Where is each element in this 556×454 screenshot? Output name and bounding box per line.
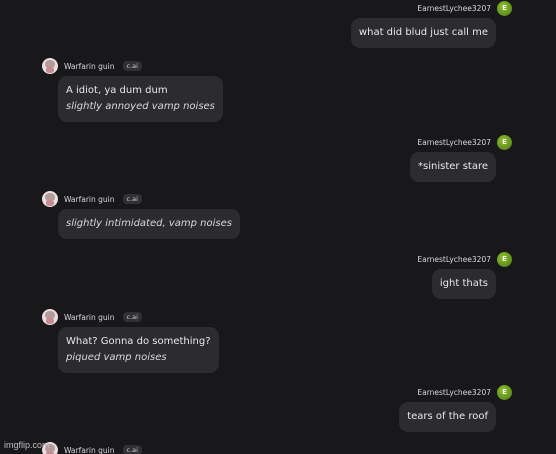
bot-message: Warfarin guin c.ai slightly intimidated,…	[42, 191, 262, 243]
message-text: What? Gonna do something?	[66, 336, 211, 347]
bot-message-header: Warfarin guin c.ai	[42, 191, 142, 207]
bot-message-header: Warfarin guin c.ai	[42, 309, 142, 325]
message-action-text: slightly intimidated, vamp noises	[66, 218, 232, 229]
message-bubble: tears of the roof	[399, 402, 496, 432]
user-message-header: EarnestLychee3207 E	[390, 384, 512, 400]
bot-avatar[interactable]	[42, 191, 58, 207]
bot-name[interactable]: Warfarin guin	[64, 313, 115, 322]
message-text: ight thats	[439, 278, 488, 289]
message-bubble: What? Gonna do something? piqued vamp no…	[58, 327, 219, 373]
user-avatar[interactable]: E	[497, 384, 512, 400]
user-name[interactable]: EarnestLychee3207	[417, 255, 491, 264]
user-message: EarnestLychee3207 E *sinister stare	[400, 134, 512, 182]
user-name[interactable]: EarnestLychee3207	[417, 388, 491, 397]
message-action-text: piqued vamp noises	[66, 352, 167, 363]
watermark: imgflip.com	[4, 440, 50, 450]
message-text: what did blud just call me	[358, 27, 488, 38]
bot-avatar[interactable]	[42, 309, 58, 325]
user-message-header: EarnestLychee3207 E	[400, 251, 512, 267]
bot-message: Warfarin guin c.ai What? Gonna do someth…	[42, 309, 262, 377]
bot-message-header: Warfarin guin c.ai	[42, 58, 142, 74]
user-message: EarnestLychee3207 E ight thats	[400, 251, 512, 299]
bot-name[interactable]: Warfarin guin	[64, 62, 115, 71]
user-message: EarnestLychee3207 E tears of the roof	[390, 384, 512, 432]
message-bubble: *sinister stare	[410, 152, 496, 182]
chat-transcript: EarnestLychee3207 E what did blud just c…	[0, 0, 556, 454]
message-text: *sinister stare	[418, 161, 488, 172]
user-avatar[interactable]: E	[497, 0, 512, 16]
message-bubble: what did blud just call me	[350, 18, 496, 48]
message-action-text: slightly annoyed vamp noises	[66, 101, 215, 112]
user-avatar[interactable]: E	[497, 251, 512, 267]
bot-message: Warfarin guin c.ai	[42, 442, 262, 454]
bot-name[interactable]: Warfarin guin	[64, 446, 115, 454]
user-message: EarnestLychee3207 E what did blud just c…	[350, 0, 512, 48]
message-bubble: ight thats	[431, 269, 496, 299]
user-name[interactable]: EarnestLychee3207	[417, 4, 491, 13]
message-text: A idiot, ya dum dum	[66, 85, 168, 96]
message-bubble: slightly intimidated, vamp noises	[58, 209, 240, 239]
user-avatar[interactable]: E	[497, 134, 512, 150]
bot-avatar[interactable]	[42, 58, 58, 74]
bot-message-header: Warfarin guin c.ai	[42, 442, 142, 454]
message-bubble: A idiot, ya dum dum slightly annoyed vam…	[58, 76, 223, 122]
c-ai-badge: c.ai	[122, 312, 142, 322]
user-message-header: EarnestLychee3207 E	[354, 0, 512, 16]
bot-name[interactable]: Warfarin guin	[64, 195, 115, 204]
c-ai-badge: c.ai	[122, 61, 142, 71]
bot-message: Warfarin guin c.ai A idiot, ya dum dum s…	[42, 58, 262, 126]
c-ai-badge: c.ai	[122, 445, 142, 454]
message-text: tears of the roof	[407, 411, 488, 422]
c-ai-badge: c.ai	[122, 194, 142, 204]
user-message-header: EarnestLychee3207 E	[400, 134, 512, 150]
user-name[interactable]: EarnestLychee3207	[417, 138, 491, 147]
